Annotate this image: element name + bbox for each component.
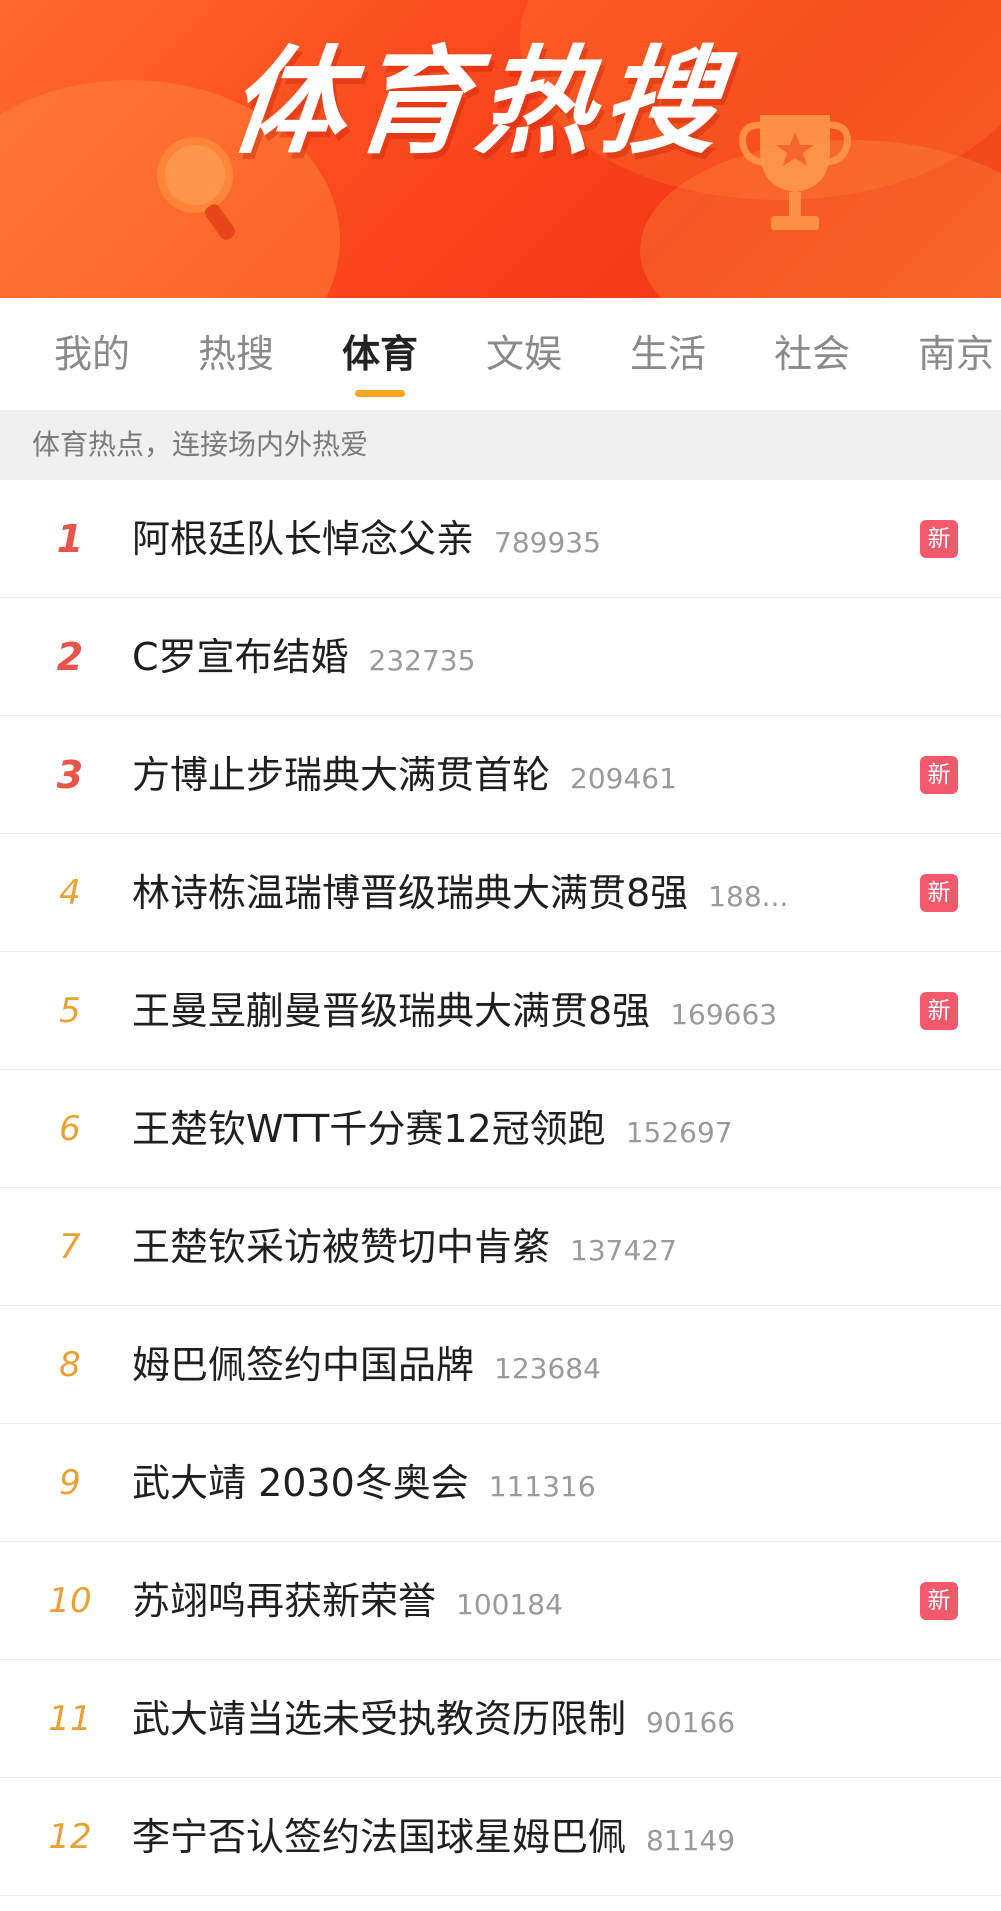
item-text: 王曼昱蒯曼晋级瑞典大满贯8强 169663 [132, 952, 862, 1070]
tab-mine[interactable]: 我的 [54, 330, 130, 378]
item-text: 武大靖当选未受执教资历限制 90166 [132, 1660, 862, 1778]
item-heat: 137427 [570, 1234, 677, 1267]
hot-search-item[interactable]: 10 苏翊鸣再获新荣誉 100184 新 [0, 1542, 1001, 1660]
new-badge: 新 [920, 520, 958, 558]
tab-life[interactable]: 生活 [630, 330, 706, 378]
item-heat: 100184 [456, 1588, 563, 1621]
rank-number: 6 [59, 1109, 81, 1149]
item-title[interactable]: 方博止步瑞典大满贯首轮 [132, 753, 550, 797]
item-text: 王楚钦WTT千分赛12冠领跑 152697 [132, 1070, 862, 1188]
item-heat: 81149 [646, 1824, 736, 1857]
hot-search-item[interactable]: 12 李宁否认签约法国球星姆巴佩 81149 [0, 1778, 1001, 1896]
tab-entertainment[interactable]: 文娱 [486, 330, 562, 378]
item-title[interactable]: C罗宣布结婚 [132, 635, 349, 679]
item-heat: 90166 [646, 1706, 736, 1739]
item-heat: 209461 [570, 762, 677, 795]
rank-number: 3 [56, 753, 84, 797]
hot-search-list: 1 阿根廷队长悼念父亲 789935 新 2 C罗宣布结婚 232735 3 方博止… [0, 480, 1001, 1896]
item-heat: 232735 [368, 644, 476, 677]
hot-search-item[interactable]: 1 阿根廷队长悼念父亲 789935 新 [0, 480, 1001, 598]
item-text: 姆巴佩签约中国品牌 123684 [132, 1306, 862, 1424]
item-heat: 111316 [488, 1470, 596, 1503]
rank-number: 9 [59, 1463, 81, 1503]
item-title[interactable]: 李宁否认签约法国球星姆巴佩 [132, 1815, 626, 1859]
rank-number: 7 [59, 1227, 81, 1267]
hot-search-item[interactable]: 6 王楚钦WTT千分赛12冠领跑 152697 [0, 1070, 1001, 1188]
rank-number: 1 [56, 517, 84, 561]
hot-search-item[interactable]: 4 林诗栋温瑞博晋级瑞典大满贯8强 188... 新 [0, 834, 1001, 952]
item-title[interactable]: 阿根廷队长悼念父亲 [132, 517, 474, 561]
tab-sports[interactable]: 体育 [342, 330, 418, 378]
item-heat: 188... [708, 880, 789, 913]
active-tab-indicator [355, 390, 405, 397]
item-text: 林诗栋温瑞博晋级瑞典大满贯8强 188... [132, 834, 862, 952]
rank-number: 11 [48, 1699, 92, 1739]
item-title[interactable]: 王楚钦WTT千分赛12冠领跑 [132, 1107, 606, 1151]
item-text: 方博止步瑞典大满贯首轮 209461 [132, 716, 862, 834]
item-title[interactable]: 王曼昱蒯曼晋级瑞典大满贯8强 [132, 989, 650, 1033]
item-text: 阿根廷队长悼念父亲 789935 [132, 480, 862, 598]
hot-search-item[interactable]: 8 姆巴佩签约中国品牌 123684 [0, 1306, 1001, 1424]
item-title[interactable]: 苏翊鸣再获新荣誉 [132, 1579, 436, 1623]
rank-number: 5 [59, 991, 81, 1031]
hot-search-item[interactable]: 3 方博止步瑞典大满贯首轮 209461 新 [0, 716, 1001, 834]
item-title[interactable]: 武大靖 2030冬奥会 [132, 1461, 469, 1505]
item-text: C罗宣布结婚 232735 [132, 598, 862, 716]
tab-society[interactable]: 社会 [774, 330, 850, 378]
item-title[interactable]: 武大靖当选未受执教资历限制 [132, 1697, 626, 1741]
new-badge: 新 [920, 756, 958, 794]
tab-hot-search[interactable]: 热搜 [198, 330, 274, 378]
item-heat: 152697 [625, 1116, 733, 1149]
subheader-text: 体育热点，连接场内外热爱 [32, 428, 369, 461]
item-title[interactable]: 姆巴佩签约中国品牌 [132, 1343, 474, 1387]
rank-number: 4 [59, 873, 81, 913]
rank-number: 8 [59, 1345, 81, 1385]
item-heat: 169663 [670, 998, 778, 1031]
tab-nanjing[interactable]: 南京 [918, 330, 994, 378]
new-badge: 新 [920, 1582, 958, 1620]
item-heat: 789935 [494, 526, 601, 559]
item-heat: 123684 [494, 1352, 601, 1385]
item-text: 李宁否认签约法国球星姆巴佩 81149 [132, 1778, 862, 1896]
item-text: 苏翊鸣再获新荣誉 100184 [132, 1542, 862, 1660]
hot-search-item[interactable]: 11 武大靖当选未受执教资历限制 90166 [0, 1660, 1001, 1778]
section-subheader: 体育热点，连接场内外热爱 [0, 410, 1001, 480]
rank-number: 2 [56, 635, 84, 679]
item-title[interactable]: 林诗栋温瑞博晋级瑞典大满贯8强 [132, 871, 688, 915]
category-tabs: 我的 热搜 体育 文娱 生活 社会 南京 [0, 298, 1001, 410]
rank-number: 12 [48, 1817, 92, 1857]
new-badge: 新 [920, 992, 958, 1030]
hot-search-item[interactable]: 5 王曼昱蒯曼晋级瑞典大满贯8强 169663 新 [0, 952, 1001, 1070]
item-text: 王楚钦采访被赞切中肯綮 137427 [132, 1188, 862, 1306]
item-text: 武大靖 2030冬奥会 111316 [132, 1424, 862, 1542]
hot-search-item[interactable]: 2 C罗宣布结婚 232735 [0, 598, 1001, 716]
new-badge: 新 [920, 874, 958, 912]
item-title[interactable]: 王楚钦采访被赞切中肯綮 [132, 1225, 550, 1269]
banner-title: 体育热搜 [222, 35, 734, 170]
sports-hot-search-banner: 体育热搜 [0, 0, 1001, 298]
hot-search-item[interactable]: 7 王楚钦采访被赞切中肯綮 137427 [0, 1188, 1001, 1306]
trophy-icon [739, 115, 851, 230]
rank-number: 10 [48, 1581, 92, 1621]
hot-search-item[interactable]: 9 武大靖 2030冬奥会 111316 [0, 1424, 1001, 1542]
hot-search-page: 体育热搜 我的 热搜 体育 文娱 生活 社会 南京 体育热点，连接场内外热爱 1… [0, 0, 1001, 1911]
